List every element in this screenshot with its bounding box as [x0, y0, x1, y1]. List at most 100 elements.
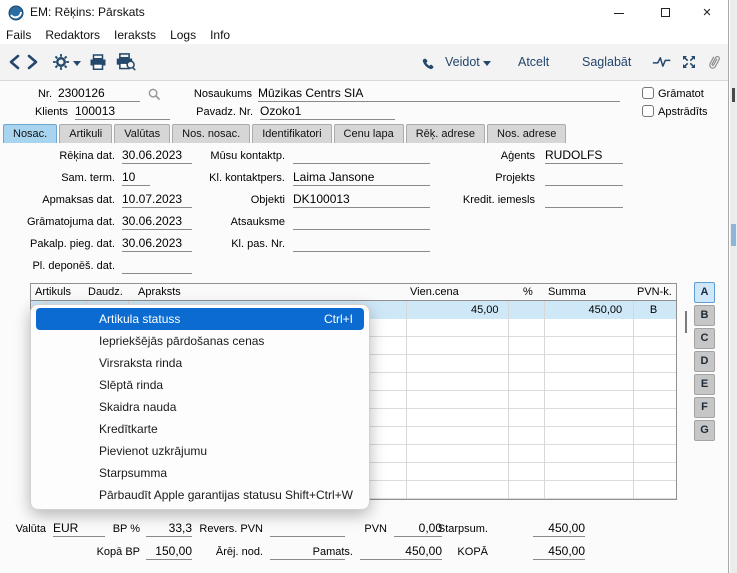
atcelt-label: Atcelt	[518, 55, 549, 69]
kl-pas-nr-field[interactable]	[293, 236, 430, 252]
table-header: Artikuls Daudz. Apraksts Vien.cena % Sum…	[31, 284, 676, 301]
flip-tab-f[interactable]: F	[694, 397, 715, 418]
back-button[interactable]	[8, 52, 21, 72]
tab-valutas[interactable]: Valūtas	[114, 124, 170, 143]
maximize-button[interactable]	[648, 0, 682, 25]
menu-item-starpsumma[interactable]: Starpsumma	[31, 462, 369, 484]
settings-button[interactable]	[52, 52, 81, 72]
menu-item-label: Pārbaudīt Apple garantijas statusu	[99, 484, 282, 506]
kopa-bp-field[interactable]: 150,00	[146, 544, 192, 560]
tab-nos-nosac[interactable]: Nos. nosac.	[172, 124, 250, 143]
app-window: EM: Rēķins: Pārskats × Fails Redaktors I…	[0, 0, 729, 573]
kredit-iemesls-label: Kredit. iemesls	[405, 192, 535, 208]
tab-identifikatori[interactable]: Identifikatori	[252, 124, 331, 143]
saglabat-label: Saglabāt	[582, 55, 631, 69]
menu-item-kreditkarte[interactable]: Kredītkarte	[31, 418, 369, 440]
forward-button[interactable]	[26, 52, 39, 72]
menu-logs[interactable]: Logs	[170, 28, 196, 42]
vien-cena-cell[interactable]: 45,00	[405, 301, 507, 319]
tab-rek-adrese[interactable]: Rēķ. adrese	[406, 124, 485, 143]
menu-info[interactable]: Info	[210, 28, 230, 42]
menu-item-artikula-statuss[interactable]: Artikula statuss Ctrl+I	[36, 308, 364, 330]
summa-cell[interactable]: 450,00	[542, 301, 631, 319]
tab-nos-adrese[interactable]: Nos. adrese	[487, 124, 566, 143]
call-button[interactable]	[418, 52, 435, 72]
pavadz-field[interactable]: Ozoko1	[260, 104, 395, 120]
activity-button[interactable]	[652, 52, 672, 72]
pulse-icon	[652, 54, 672, 70]
paperclip-icon	[706, 53, 722, 71]
menu-ieraksts[interactable]: Ieraksts	[114, 28, 156, 42]
printer-magnifier-icon	[116, 53, 136, 71]
veidot-label: Veidot	[445, 55, 480, 69]
tab-nosac[interactable]: Nosac.	[3, 124, 57, 143]
flip-tab-d[interactable]: D	[694, 351, 715, 372]
veidot-button[interactable]: Veidot	[445, 52, 491, 72]
print-preview-button[interactable]	[116, 52, 136, 72]
menu-item-virsraksta-rinda[interactable]: Virsraksta rinda	[31, 352, 369, 374]
kopa-bp-label: Kopā BP	[95, 544, 140, 560]
col-pvn-k: PVN-k.	[637, 285, 672, 300]
minimize-button[interactable]	[602, 0, 636, 25]
chevron-right-icon	[26, 54, 39, 70]
menu-item-skaidra-nauda[interactable]: Skaidra nauda	[31, 396, 369, 418]
saglabat-button[interactable]: Saglabāt	[582, 52, 631, 72]
valuta-field[interactable]: EUR	[53, 521, 105, 537]
menu-item-pievienot-uzkrajumu[interactable]: Pievienot uzkrājumu	[31, 440, 369, 462]
col-vien-cena: Vien.cena	[410, 285, 459, 300]
attach-button[interactable]	[706, 52, 722, 72]
table-scrollbar-thumb[interactable]	[685, 311, 687, 333]
flip-tab-g[interactable]: G	[694, 420, 715, 441]
menu-item-iepriekshejas-cenas[interactable]: Iepriekšējās pārdošanas cenas	[31, 330, 369, 352]
pvn-label: PVN	[347, 521, 387, 537]
menu-item-apple-garantija[interactable]: Pārbaudīt Apple garantijas statusu Shift…	[31, 484, 369, 506]
gramatojuma-dat-label: Grāmatojuma dat.	[0, 214, 115, 230]
pamats-field[interactable]: 450,00	[360, 544, 442, 560]
close-button[interactable]: ×	[690, 0, 724, 25]
tab-strip: Nosac. Artikuli Valūtas Nos. nosac. Iden…	[3, 124, 566, 143]
apstradits-checkbox[interactable]	[642, 105, 654, 117]
flip-tab-b[interactable]: B	[694, 305, 715, 326]
col-daudz: Daudz.	[88, 285, 123, 300]
pavadz-label: Pavadz. Nr.	[183, 104, 253, 120]
kopa-field[interactable]: 450,00	[533, 544, 585, 560]
agents-label: Aģents	[405, 148, 535, 164]
bp-field[interactable]: 33,3	[146, 521, 192, 537]
arej-nod-label: Ārēj. nod.	[203, 544, 263, 560]
musu-kontaktp-label: Mūsu kontaktp.	[155, 148, 285, 164]
flip-tab-c[interactable]: C	[694, 328, 715, 349]
pl-deponesh-dat-field[interactable]	[122, 258, 192, 274]
revers-pvn-label: Revers. PVN	[198, 521, 263, 537]
kredit-iemesls-field[interactable]	[545, 192, 623, 208]
objekti-label: Objekti	[155, 192, 285, 208]
flip-tab-e[interactable]: E	[694, 374, 715, 395]
col-summa: Summa	[548, 285, 586, 300]
menu-fails[interactable]: Fails	[6, 28, 31, 42]
gramatot-label: Grāmatot	[658, 87, 704, 101]
sam-term-field[interactable]: 10	[122, 170, 150, 186]
column-separator	[508, 301, 509, 499]
edge-fragment	[732, 88, 735, 102]
menu-redaktors[interactable]: Redaktors	[45, 28, 100, 42]
tab-artikuli[interactable]: Artikuli	[59, 124, 112, 143]
flip-tab-a[interactable]: A	[694, 282, 715, 303]
gramatot-checkbox[interactable]	[642, 87, 654, 99]
klients-label: Klients	[26, 104, 68, 120]
menu-item-slepta-rinda[interactable]: Slēptā rinda	[31, 374, 369, 396]
starpsum-field[interactable]: 450,00	[533, 521, 585, 537]
nr-field[interactable]: 2300126	[58, 86, 140, 102]
nosaukums-field[interactable]: Mūzikas Centrs SIA	[258, 86, 620, 102]
agents-field[interactable]: RUDOLFS	[545, 148, 623, 164]
resize-button[interactable]	[681, 52, 697, 72]
paste-special-magnifier-icon[interactable]	[148, 88, 161, 101]
atcelt-button[interactable]: Atcelt	[518, 52, 549, 72]
klients-field[interactable]: 100013	[75, 104, 170, 120]
pvn-k-cell[interactable]: B	[631, 301, 676, 319]
projekts-field[interactable]	[545, 170, 623, 186]
revers-pvn-field[interactable]	[270, 521, 345, 537]
print-button[interactable]	[89, 52, 107, 72]
tab-cenu-lapa[interactable]: Cenu lapa	[334, 124, 404, 143]
atsauksme-field[interactable]	[293, 214, 430, 230]
bp-label: BP %	[100, 521, 140, 537]
procents-cell[interactable]	[507, 301, 543, 319]
